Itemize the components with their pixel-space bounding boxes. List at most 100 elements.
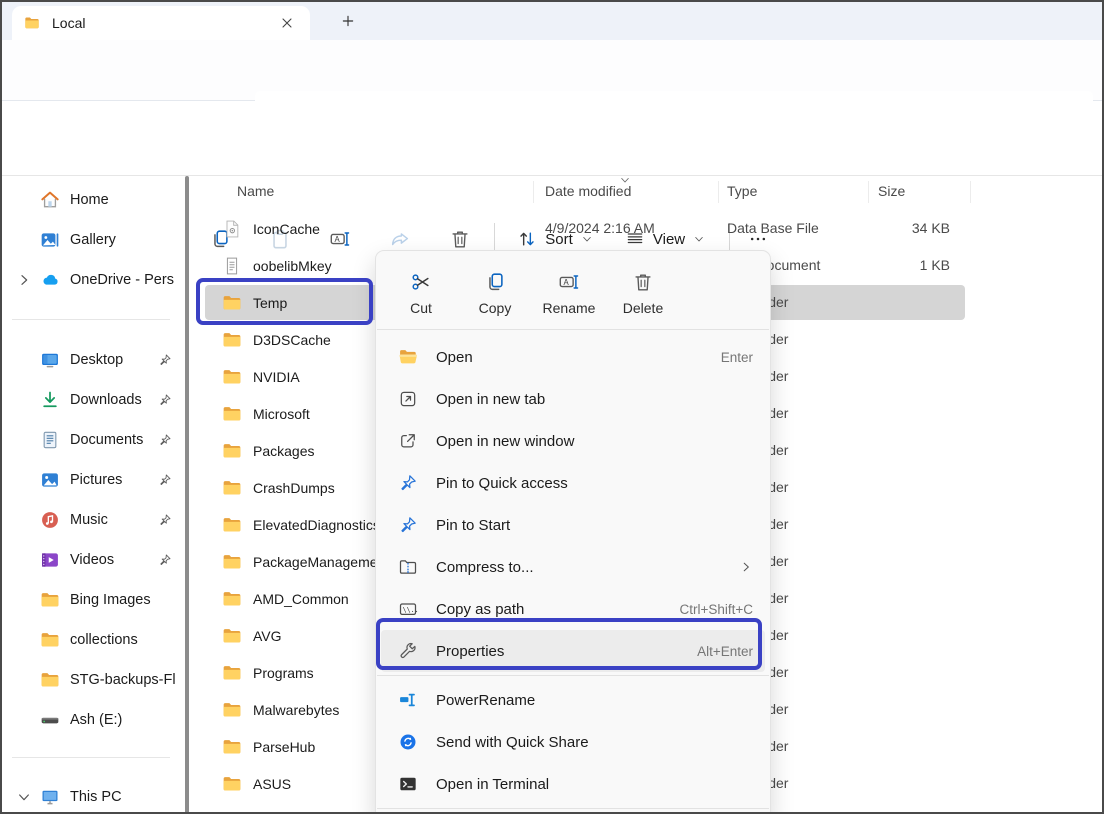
shortcut-label: Enter <box>721 350 753 365</box>
file-row-iconcache[interactable]: IconCache 4/9/2024 2:16 AM Data Base Fil… <box>190 210 1104 247</box>
sidebar-item-desktop[interactable]: Desktop <box>0 340 185 380</box>
folder-icon <box>222 552 242 572</box>
menu-item-pin-to-quick-access[interactable]: Pin to Quick access <box>381 462 765 504</box>
tab-close-button[interactable] <box>276 12 298 34</box>
command-toolbar: New Sort View <box>0 101 1104 176</box>
terminal-icon <box>398 774 418 794</box>
menu-item-copy-as-path[interactable]: Copy as path Ctrl+Shift+C <box>381 588 765 630</box>
plus-icon <box>340 13 356 29</box>
pictures-icon <box>40 470 60 490</box>
folder-icon <box>222 515 242 535</box>
folder-icon <box>222 737 242 757</box>
folder-icon <box>222 774 242 794</box>
documents-icon <box>40 430 60 450</box>
folder-icon <box>222 404 242 424</box>
menu-separator <box>377 675 769 676</box>
sidebar-item-downloads[interactable]: Downloads <box>0 380 185 420</box>
copy-icon <box>484 271 506 293</box>
rename-button[interactable]: Rename <box>538 260 600 326</box>
quick-share-icon <box>398 732 418 752</box>
sidebar-item-stg-backups[interactable]: STG-backups-Fl <box>0 660 185 700</box>
powerrename-icon <box>398 690 418 710</box>
sidebar-item-pictures[interactable]: Pictures <box>0 460 185 500</box>
downloads-icon <box>40 390 60 410</box>
menu-item-open-in-new-window[interactable]: Open in new window <box>381 420 765 462</box>
pin-icon <box>158 513 172 527</box>
pin-icon <box>158 353 172 367</box>
onedrive-cloud-icon <box>40 270 60 290</box>
wrench-icon <box>398 641 418 661</box>
shortcut-label: Ctrl+Shift+C <box>679 602 753 617</box>
vertical-scrollbar[interactable] <box>185 176 189 814</box>
new-tab-button[interactable] <box>336 9 360 33</box>
delete-button[interactable]: Delete <box>612 260 674 326</box>
document-file-icon <box>222 256 242 276</box>
sidebar-item-collections[interactable]: collections <box>0 620 185 660</box>
rename-icon <box>558 271 580 293</box>
folder-icon <box>222 589 242 609</box>
trash-icon <box>632 271 654 293</box>
submenu-chevron-icon <box>739 560 753 574</box>
column-header-size[interactable]: Size <box>878 183 905 199</box>
menu-item-open-in-terminal[interactable]: Open in Terminal <box>381 763 765 805</box>
menu-separator <box>377 808 769 809</box>
menu-item-open-in-new-tab[interactable]: Open in new tab <box>381 378 765 420</box>
desktop-icon <box>40 350 60 370</box>
menu-item-send-with-quick-share[interactable]: Send with Quick Share <box>381 721 765 763</box>
this-pc-icon <box>40 787 60 807</box>
pin-icon <box>158 393 172 407</box>
pin-icon <box>398 473 418 493</box>
menu-item-pin-to-start[interactable]: Pin to Start <box>381 504 765 546</box>
file-explorer-window: Local This PC Local Disk (C:) <box>0 0 1104 814</box>
home-icon <box>40 190 60 210</box>
sidebar-item-music[interactable]: Music <box>0 500 185 540</box>
pin-icon <box>158 553 172 567</box>
column-header-type[interactable]: Type <box>727 183 757 199</box>
folder-icon <box>222 626 242 646</box>
open-folder-icon <box>398 347 418 367</box>
open-new-tab-icon <box>398 389 418 409</box>
sidebar-item-onedrive[interactable]: OneDrive - Pers <box>0 260 185 300</box>
menu-item-compress-to[interactable]: Compress to... <box>381 546 765 588</box>
pin-icon <box>158 433 172 447</box>
chevron-down-icon <box>16 789 32 805</box>
copy-path-icon <box>398 599 418 619</box>
sidebar-item-documents[interactable]: Documents <box>0 420 185 460</box>
navigation-bar: This PC Local Disk (C:) Users rajth AppD… <box>0 40 1104 101</box>
folder-icon <box>222 293 242 313</box>
folder-icon <box>40 630 60 650</box>
column-header-date-modified[interactable]: Date modified <box>545 183 631 199</box>
navigation-pane: Home Gallery OneDrive - Pers Desktop Dow… <box>0 176 185 814</box>
sidebar-item-this-pc[interactable]: This PC <box>0 777 185 814</box>
tab-title: Local <box>52 15 85 31</box>
database-file-icon <box>222 219 242 239</box>
column-header-name[interactable]: Name <box>237 183 274 199</box>
sidebar-item-videos[interactable]: Videos <box>0 540 185 580</box>
folder-icon <box>24 15 40 31</box>
folder-icon <box>222 330 242 350</box>
menu-item-properties[interactable]: Properties Alt+Enter <box>381 630 765 672</box>
folder-icon <box>222 478 242 498</box>
shortcut-label: Alt+Enter <box>697 644 753 659</box>
sidebar-divider <box>12 757 170 758</box>
tab-bar: Local <box>0 0 1104 40</box>
sidebar-item-bing-images[interactable]: Bing Images <box>0 580 185 620</box>
sidebar-item-gallery[interactable]: Gallery <box>0 220 185 260</box>
gallery-icon <box>40 230 60 250</box>
cut-button[interactable]: Cut <box>390 260 452 326</box>
folder-icon <box>222 441 242 461</box>
close-icon <box>279 15 295 31</box>
copy-button[interactable]: Copy <box>464 260 526 326</box>
folder-icon <box>40 670 60 690</box>
tab-local[interactable]: Local <box>12 6 310 40</box>
menu-item-open[interactable]: Open Enter <box>381 336 765 378</box>
sidebar-item-ash-drive[interactable]: Ash (E:) <box>0 700 185 740</box>
open-new-window-icon <box>398 431 418 451</box>
folder-icon <box>222 663 242 683</box>
menu-item-powerrename[interactable]: PowerRename <box>381 679 765 721</box>
folder-icon <box>40 590 60 610</box>
folder-icon <box>222 700 242 720</box>
sidebar-item-home[interactable]: Home <box>0 180 185 220</box>
music-icon <box>40 510 60 530</box>
sidebar-divider <box>12 319 170 320</box>
